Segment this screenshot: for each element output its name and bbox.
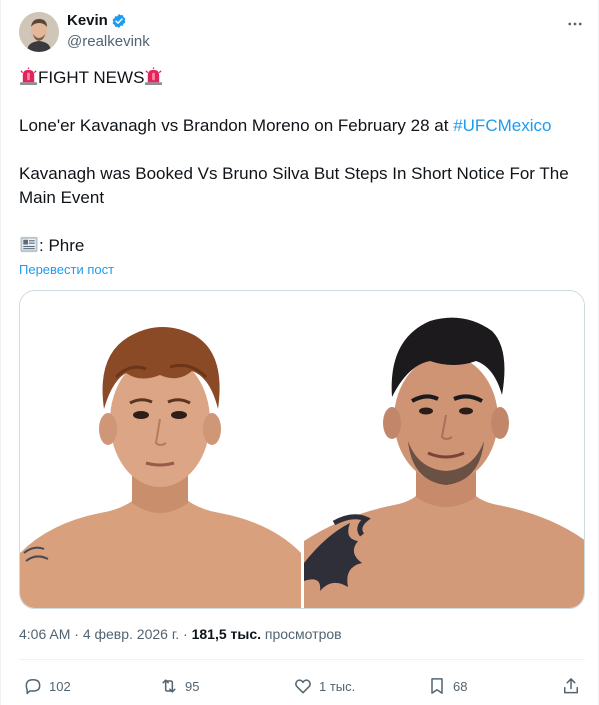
- tweet-line-1: Lone'er Kavanagh vs Brandon Moreno on Fe…: [19, 114, 551, 138]
- like-button[interactable]: 1 тыс.: [293, 674, 355, 698]
- divider: [19, 659, 585, 660]
- author-name[interactable]: Kevin: [67, 12, 108, 29]
- photo-kavanagh[interactable]: [20, 291, 301, 608]
- share-icon: [564, 678, 578, 694]
- fighter-photo-right: [304, 291, 584, 608]
- tweet-credit: : Phre: [19, 234, 84, 258]
- newspaper-icon: [20, 236, 38, 253]
- views-label: просмотров: [261, 626, 342, 642]
- line2b-text: Main Event: [19, 188, 105, 207]
- translate-post-link[interactable]: Перевести пост: [19, 262, 114, 277]
- like-count: 1 тыс.: [319, 678, 356, 694]
- hashtag-link[interactable]: #UFCMexico: [453, 116, 551, 135]
- more-options-button[interactable]: [563, 12, 587, 36]
- repost-button[interactable]: 95: [159, 674, 199, 698]
- siren-icon: [19, 67, 38, 86]
- tweet-card: Kevin @realkevink FIGHT NEWS Lone'er Kav…: [0, 0, 599, 705]
- tweet-line-2a: Kavanagh was Booked Vs Bruno Silva But S…: [19, 162, 569, 186]
- siren-icon: [145, 67, 163, 86]
- like-icon: [295, 679, 311, 694]
- verified-badge-icon: [112, 14, 126, 28]
- share-button[interactable]: [561, 674, 587, 698]
- tweet-line-2b: Main Event: [19, 186, 104, 210]
- line1-text: Lone'er Kavanagh vs Brandon Moreno on Fe…: [19, 116, 454, 135]
- avatar-image: [19, 12, 59, 52]
- bookmark-button[interactable]: 68: [427, 674, 467, 698]
- author-avatar[interactable]: [19, 12, 59, 52]
- repost-icon: [162, 679, 176, 693]
- tweet-headline: FIGHT NEWS: [19, 66, 163, 90]
- line2a-text: Kavanagh was Booked Vs Bruno Silva But S…: [19, 164, 569, 183]
- photo-moreno[interactable]: [304, 291, 584, 608]
- reply-count: 102: [49, 678, 71, 694]
- fighter-photo-left: [20, 291, 301, 608]
- tweet-meta: 4:06 AM · 4 февр. 2026 г. · 181,5 тыс. п…: [19, 626, 342, 642]
- credit-text: : Phre: [39, 236, 85, 255]
- reply-icon: [25, 679, 41, 695]
- meta-separator: ·: [179, 626, 192, 642]
- meta-separator: ·: [70, 626, 83, 642]
- headline-text: FIGHT NEWS: [38, 68, 145, 87]
- bookmark-icon: [431, 678, 443, 694]
- repost-count: 95: [185, 678, 200, 694]
- media-grid: [19, 290, 585, 609]
- bookmark-count: 68: [453, 678, 468, 694]
- tweet-date[interactable]: 4 февр. 2026 г.: [83, 626, 179, 642]
- views-count: 181,5 тыс.: [191, 626, 262, 642]
- more-icon: [568, 22, 582, 26]
- author-handle[interactable]: @realkevink: [67, 33, 150, 50]
- reply-button[interactable]: 102: [23, 674, 71, 698]
- tweet-time[interactable]: 4:06 AM: [19, 626, 70, 642]
